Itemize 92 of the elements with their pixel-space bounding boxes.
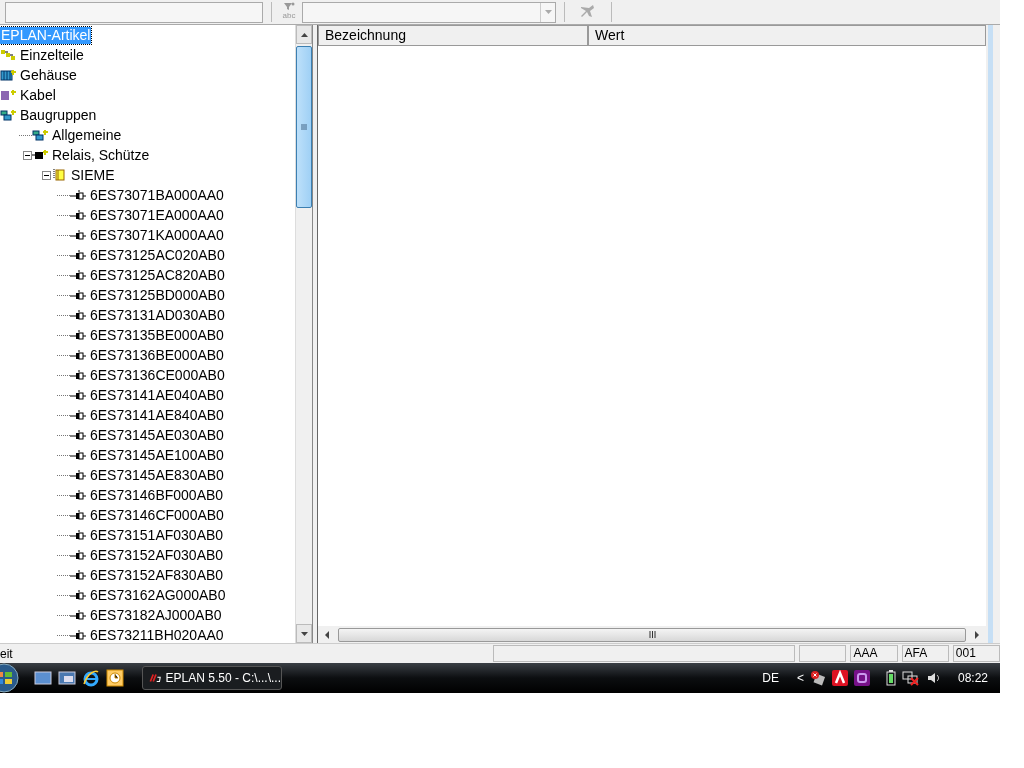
network-disconnected-icon[interactable] bbox=[901, 670, 920, 686]
tree-item[interactable]: 6ES73145AE100AB0 bbox=[89, 446, 225, 464]
scroll-down-icon[interactable] bbox=[300, 631, 308, 636]
tree-item[interactable]: 6ES73151AF030AB0 bbox=[89, 526, 225, 544]
network-error-icon[interactable] bbox=[809, 670, 826, 686]
parts-icon bbox=[0, 49, 17, 61]
search-field[interactable] bbox=[5, 1, 263, 23]
component-icon bbox=[70, 269, 87, 281]
component-icon bbox=[70, 529, 87, 541]
component-icon bbox=[70, 589, 87, 601]
clock[interactable]: 08:22 bbox=[957, 671, 988, 685]
component-icon bbox=[70, 289, 87, 301]
start-button[interactable] bbox=[0, 663, 20, 693]
tree-item[interactable]: 6ES73071EA000AA0 bbox=[89, 206, 225, 224]
windows-icon[interactable] bbox=[58, 670, 76, 686]
component-icon bbox=[70, 329, 87, 341]
tree-item[interactable]: 6ES73071KA000AA0 bbox=[89, 226, 225, 244]
tree-item[interactable]: Allgemeine bbox=[51, 126, 123, 144]
tree-item[interactable]: 6ES73125BD000AB0 bbox=[89, 286, 226, 304]
tree-item[interactable]: 6ES73145AE030AB0 bbox=[89, 426, 225, 444]
vertical-scrollbar[interactable] bbox=[295, 25, 312, 643]
tree-item[interactable]: 6ES73131AD030AB0 bbox=[89, 306, 226, 324]
tree-item[interactable]: Relais, Schütze bbox=[51, 146, 151, 164]
collapse-icon[interactable] bbox=[42, 170, 51, 180]
tree-item[interactable]: 6ES73125AC820AB0 bbox=[89, 266, 226, 284]
tree-item[interactable]: 6ES73182AJ000AB0 bbox=[89, 606, 223, 624]
language-indicator[interactable]: DE bbox=[762, 671, 779, 685]
tree-item[interactable]: 6ES73071BA000AA0 bbox=[89, 186, 225, 204]
component-icon bbox=[70, 389, 87, 401]
component-icon bbox=[70, 609, 87, 621]
tree-item[interactable]: Baugruppen bbox=[19, 106, 98, 124]
component-icon bbox=[70, 189, 87, 201]
tree-item[interactable]: 6ES73146BF000AB0 bbox=[89, 486, 225, 504]
tree-item[interactable]: 6ES73211BH020AA0 bbox=[89, 626, 225, 643]
scroll-up-icon[interactable] bbox=[300, 32, 308, 37]
component-icon bbox=[70, 249, 87, 261]
component-icon bbox=[70, 569, 87, 581]
cable-icon bbox=[0, 89, 17, 101]
scrollbar-thumb[interactable] bbox=[338, 627, 966, 642]
relay-icon bbox=[32, 149, 49, 161]
scroll-left-icon[interactable] bbox=[324, 630, 330, 639]
tree-item[interactable]: Gehäuse bbox=[19, 66, 78, 84]
component-icon bbox=[70, 449, 87, 461]
collapse-icon[interactable] bbox=[23, 150, 32, 160]
component-icon bbox=[70, 309, 87, 321]
scrollbar-thumb[interactable] bbox=[296, 46, 312, 208]
tree-item[interactable]: 6ES73162AG000AB0 bbox=[89, 586, 227, 604]
tree-item[interactable]: 6ES73141AE040AB0 bbox=[89, 386, 225, 404]
show-hidden-icons-button[interactable]: < bbox=[796, 671, 804, 685]
assembly-icon bbox=[0, 109, 17, 121]
horizontal-scrollbar[interactable] bbox=[318, 626, 986, 643]
scroll-right-icon[interactable] bbox=[974, 630, 980, 639]
tree-item[interactable]: 6ES73146CF000AB0 bbox=[89, 506, 225, 524]
tree-item[interactable]: 6ES73141AE840AB0 bbox=[89, 406, 225, 424]
column-header[interactable]: Wert bbox=[588, 25, 986, 46]
assembly-icon bbox=[32, 129, 49, 141]
folder-icon bbox=[51, 169, 68, 181]
browser-icon[interactable] bbox=[82, 669, 100, 687]
status-field: 001 bbox=[952, 645, 1000, 662]
clock-icon[interactable] bbox=[106, 669, 124, 687]
tree-item[interactable]: 6ES73152AF830AB0 bbox=[89, 566, 225, 584]
component-icon bbox=[70, 409, 87, 421]
desktop-icon[interactable] bbox=[34, 670, 52, 686]
status-field bbox=[799, 645, 847, 662]
tree-item[interactable]: 6ES73145AE830AB0 bbox=[89, 466, 225, 484]
tree-item[interactable]: 6ES73152AF030AB0 bbox=[89, 546, 225, 564]
cabinet-icon bbox=[0, 69, 17, 81]
tree-item[interactable]: 6ES73125AC020AB0 bbox=[89, 246, 226, 264]
component-icon bbox=[70, 349, 87, 361]
column-header[interactable]: Bezeichnung bbox=[318, 25, 588, 46]
battery-icon[interactable] bbox=[885, 670, 896, 686]
status-message: eit bbox=[0, 646, 14, 661]
tree-item[interactable]: 6ES73135BE000AB0 bbox=[89, 326, 225, 344]
tree-item[interactable]: 6ES73136BE000AB0 bbox=[89, 346, 225, 364]
component-icon bbox=[70, 229, 87, 241]
app-logo bbox=[149, 671, 162, 685]
app-icon[interactable] bbox=[853, 670, 870, 686]
component-icon bbox=[70, 469, 87, 481]
component-icon bbox=[70, 209, 87, 221]
tree-item[interactable]: Kabel bbox=[19, 86, 57, 104]
speaker-icon[interactable] bbox=[925, 670, 942, 686]
status-field: AFA bbox=[901, 645, 949, 662]
taskbar-button[interactable]: EPLAN 5.50 - C:\...\... bbox=[142, 666, 282, 690]
component-icon bbox=[70, 489, 87, 501]
component-icon bbox=[70, 429, 87, 441]
component-icon bbox=[70, 369, 87, 381]
tree-item[interactable]: Einzelteile bbox=[19, 46, 85, 64]
tree-item[interactable]: 6ES73136CE000AB0 bbox=[89, 366, 226, 384]
tree-item[interactable]: SIEME bbox=[70, 166, 116, 184]
status-field: AAA bbox=[850, 645, 898, 662]
component-icon bbox=[70, 549, 87, 561]
component-icon bbox=[70, 509, 87, 521]
